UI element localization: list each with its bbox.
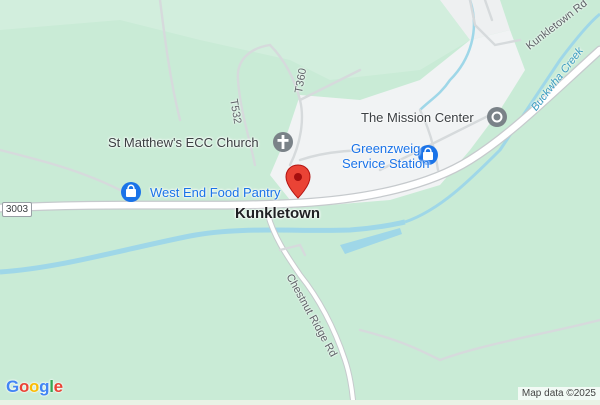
logo-letter: G bbox=[6, 377, 19, 396]
church-label[interactable]: St Matthew's ECC Church bbox=[108, 135, 259, 150]
mission-center-label[interactable]: The Mission Center bbox=[361, 110, 474, 125]
shopping-bag-icon[interactable] bbox=[121, 182, 141, 202]
map-base bbox=[0, 0, 600, 403]
place-dot-icon[interactable] bbox=[487, 107, 507, 127]
logo-letter: o bbox=[18, 377, 30, 396]
map-attribution[interactable]: Map data ©2025 bbox=[517, 387, 600, 400]
town-label[interactable]: Kunkletown bbox=[235, 205, 320, 222]
cross-icon[interactable] bbox=[273, 132, 293, 152]
food-pantry-label[interactable]: West End Food Pantry bbox=[150, 185, 281, 200]
google-logo[interactable]: Google bbox=[6, 377, 63, 397]
logo-letter: g bbox=[39, 377, 50, 396]
map-canvas[interactable]: St Matthew's ECC Church The Mission Cent… bbox=[0, 0, 600, 403]
service-station-line1: Greenzweig bbox=[351, 141, 421, 156]
service-station-line2: Service Station bbox=[342, 156, 430, 171]
logo-letter: o bbox=[29, 377, 40, 396]
route-shield-3003: 3003 bbox=[2, 202, 32, 217]
logo-letter: e bbox=[53, 377, 63, 396]
service-station-label[interactable]: Greenzweig Service Station bbox=[342, 141, 429, 171]
